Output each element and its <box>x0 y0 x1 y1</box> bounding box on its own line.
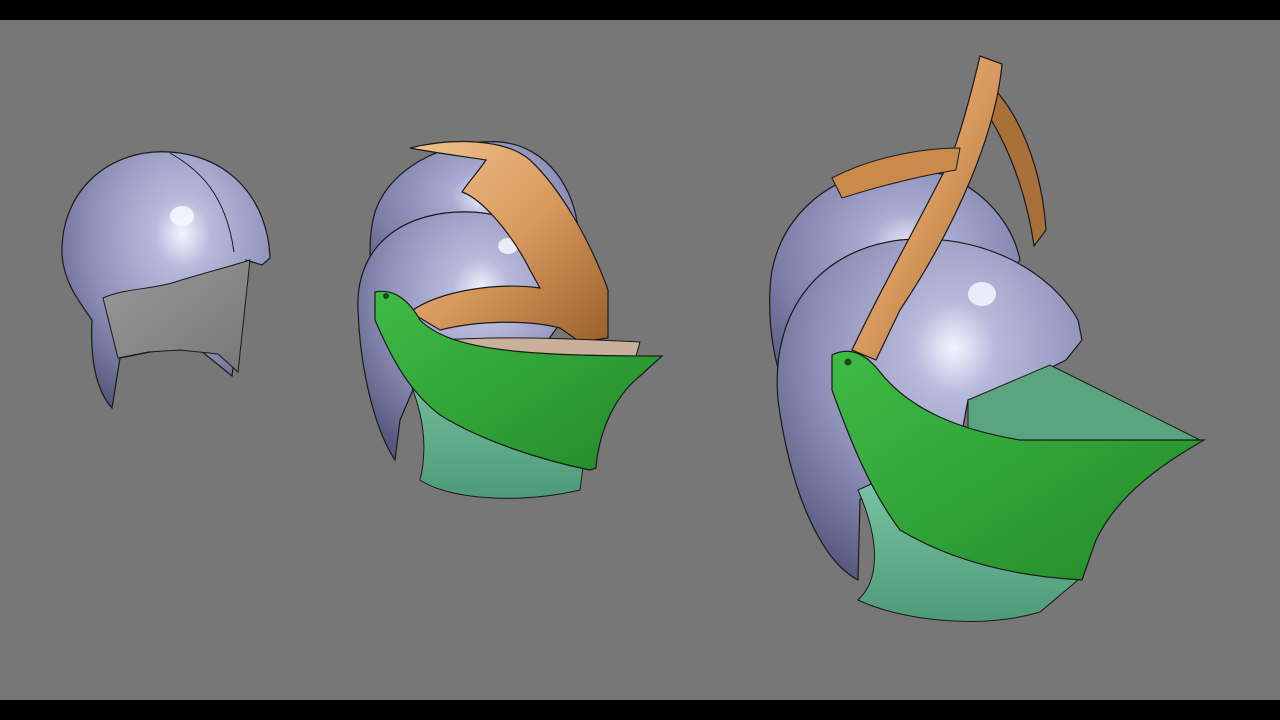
3d-viewport[interactable] <box>0 20 1280 700</box>
letterbox-bottom <box>0 700 1280 720</box>
viewport-scene <box>61 55 1207 622</box>
letterbox-top <box>0 0 1280 20</box>
helmet-stage-2[interactable] <box>357 140 664 499</box>
helmet-stage-1[interactable] <box>61 151 271 410</box>
helmet-stage-3[interactable] <box>769 55 1207 622</box>
